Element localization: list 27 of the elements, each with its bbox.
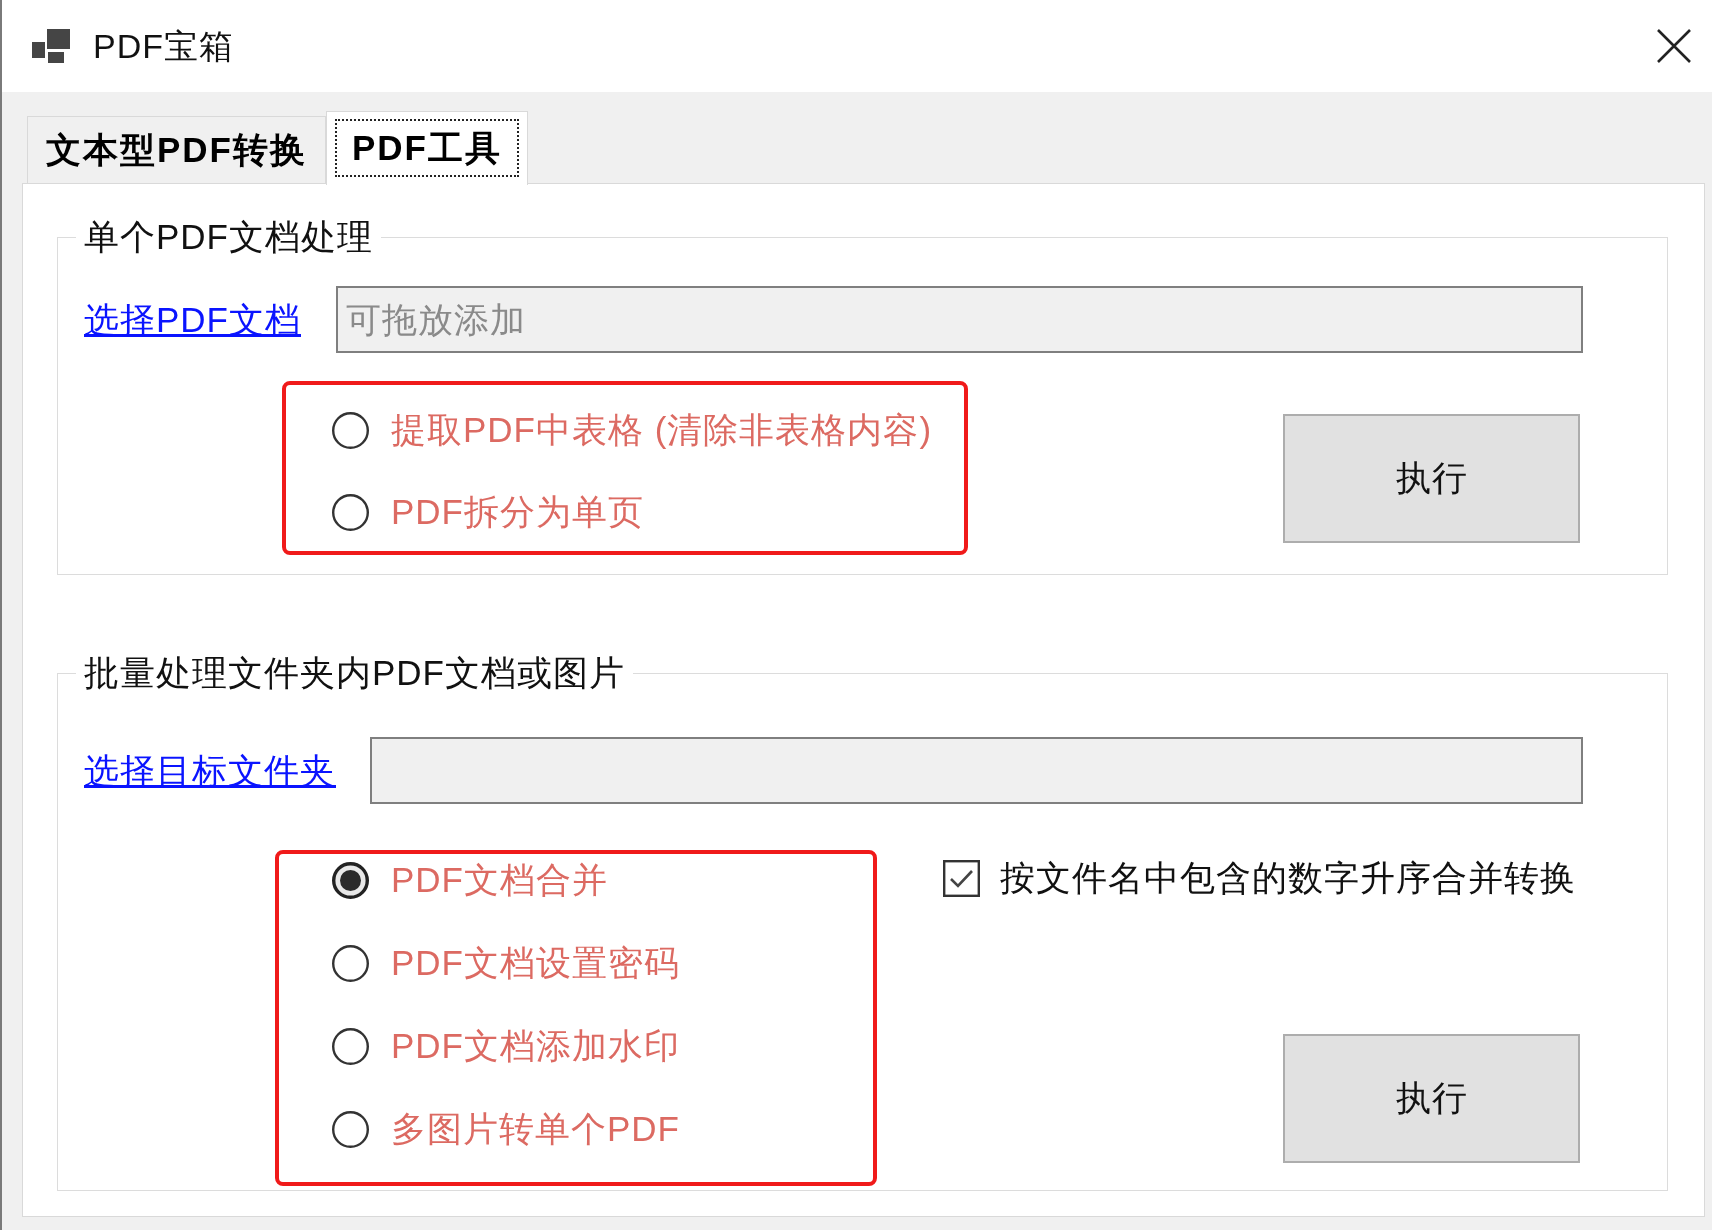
- radio-button[interactable]: [332, 861, 369, 899]
- checkbox-label: 按文件名中包含的数字升序合并转换: [1000, 858, 1576, 898]
- group-title: 批量处理文件夹内PDF文档或图片: [83, 653, 626, 693]
- run-button[interactable]: 执行: [1283, 414, 1580, 543]
- radio-label: PDF文档合并: [391, 860, 608, 900]
- path-field[interactable]: 可拖放添加: [336, 286, 1583, 353]
- close-icon: [1657, 29, 1691, 63]
- select-link[interactable]: 选择目标文件夹: [84, 750, 336, 791]
- radio-label: PDF文档添加水印: [391, 1026, 680, 1066]
- window-title: PDF宝箱: [93, 25, 234, 67]
- tab[interactable]: PDF工具: [326, 111, 528, 185]
- select-link[interactable]: 选择PDF文档: [84, 299, 301, 340]
- path-field[interactable]: [370, 737, 1583, 804]
- radio-label: PDF文档设置密码: [391, 943, 680, 983]
- tab[interactable]: 文本型PDF转换: [27, 116, 326, 183]
- radio-label: 提取PDF中表格 (清除非表格内容): [391, 410, 933, 450]
- radio-label: PDF拆分为单页: [391, 492, 644, 532]
- radio-button[interactable]: [332, 1110, 369, 1148]
- group-title: 单个PDF文档处理: [83, 217, 374, 257]
- app-icon: [32, 29, 70, 63]
- run-button[interactable]: 执行: [1283, 1034, 1580, 1163]
- radio-button[interactable]: [332, 944, 369, 982]
- radio-button[interactable]: [332, 1027, 369, 1065]
- radio-button[interactable]: [332, 411, 369, 449]
- radio-label: 多图片转单个PDF: [391, 1109, 680, 1149]
- radio-button[interactable]: [332, 493, 369, 531]
- checkbox[interactable]: [943, 859, 980, 897]
